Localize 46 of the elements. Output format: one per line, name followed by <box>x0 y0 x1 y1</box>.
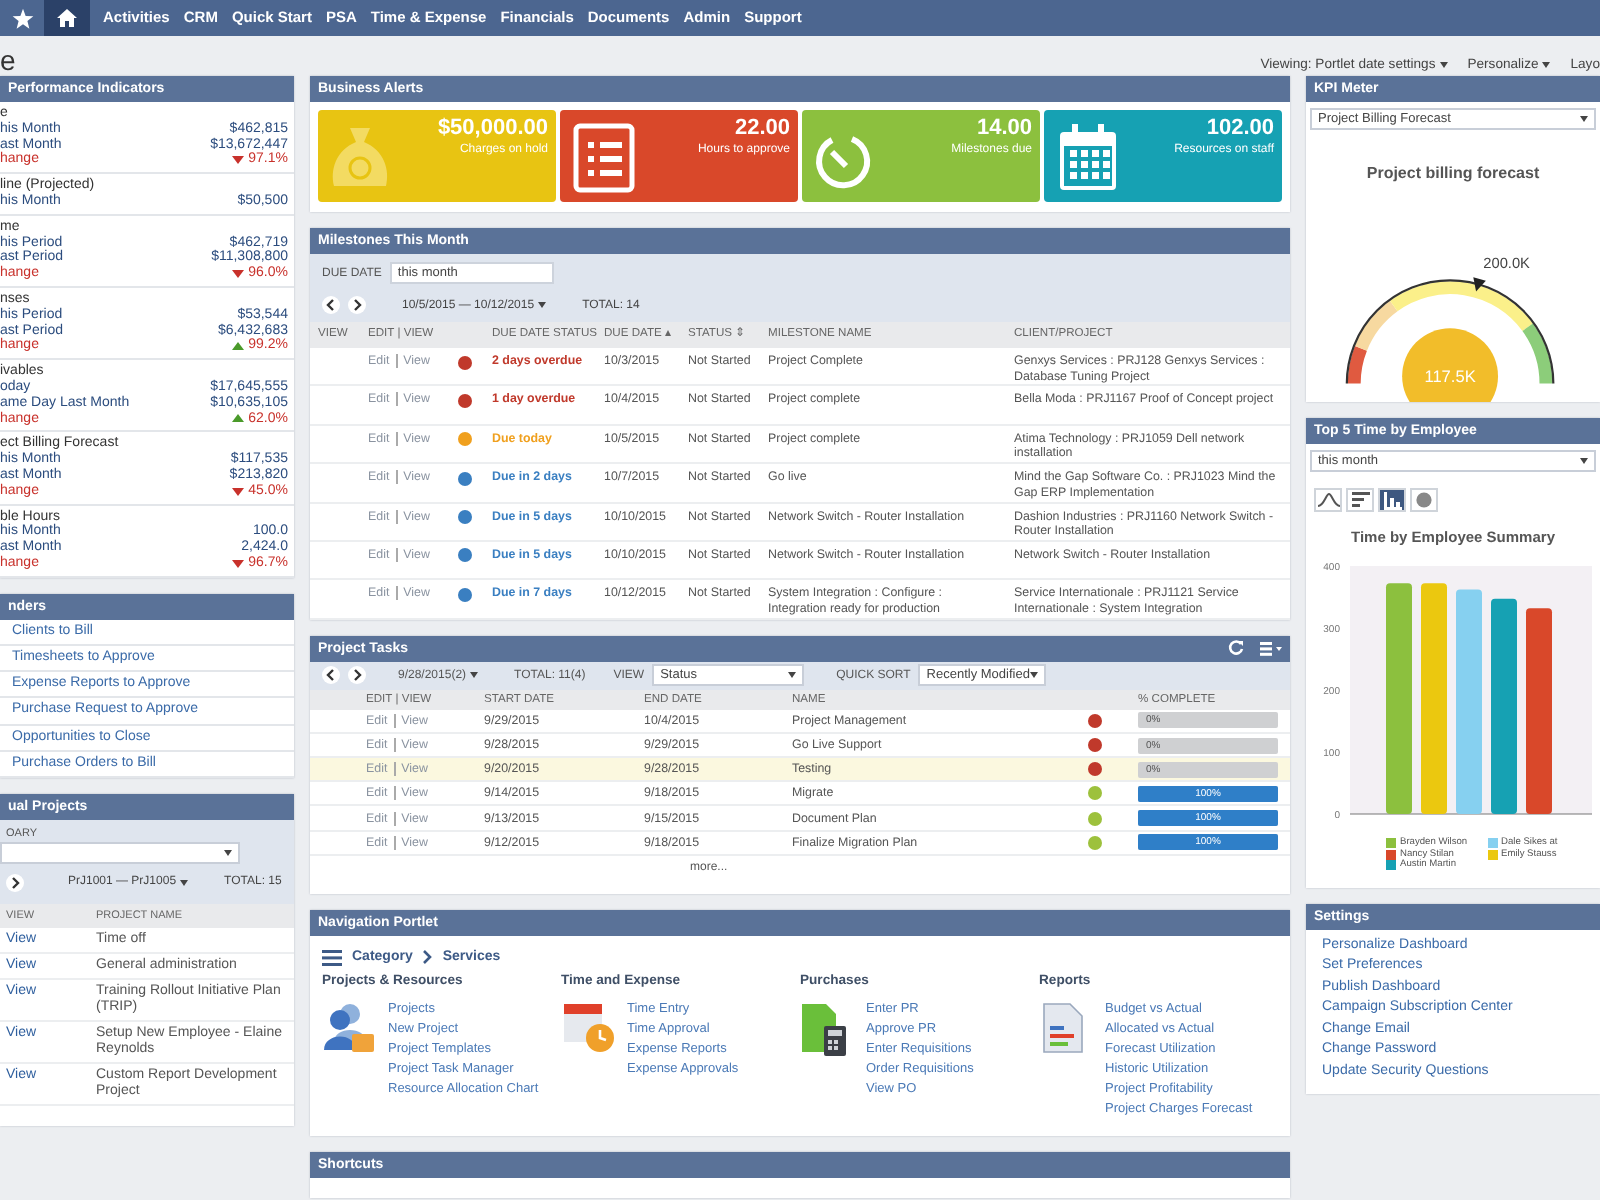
calendar-clock-icon <box>561 1001 617 1054</box>
alert-value: 102.00 <box>1204 116 1274 140</box>
alert-value: 22.00 <box>732 116 790 140</box>
horizontal-bar-chart-icon <box>1351 492 1369 508</box>
page-title: e <box>0 44 16 76</box>
chevron-right-icon <box>422 950 433 965</box>
caret-icon <box>1439 61 1448 67</box>
caret-icon <box>1542 61 1551 67</box>
alert-value: 14.00 <box>974 116 1032 140</box>
sphere-icon <box>1416 492 1432 508</box>
caret-icon <box>470 672 479 679</box>
caret-icon <box>1580 116 1588 122</box>
line-chart-icon <box>1317 492 1339 508</box>
chevron-left-icon[interactable] <box>322 296 340 314</box>
people-icon <box>322 1001 376 1054</box>
caret-icon <box>538 302 547 308</box>
home-icon <box>56 8 78 28</box>
report-document-icon <box>1039 1001 1087 1054</box>
chart-type-button[interactable] <box>1346 488 1374 512</box>
gauge-title: Project billing forecast <box>1364 164 1542 182</box>
caret-icon <box>1030 672 1039 679</box>
chevron-right-icon[interactable] <box>348 666 366 685</box>
gauge-value: 117.5K <box>1424 365 1476 386</box>
bar-chart-icon <box>1383 491 1401 509</box>
chevron-left-icon[interactable] <box>322 666 340 685</box>
chevron-right-icon[interactable] <box>6 873 24 892</box>
list-icon <box>572 122 636 194</box>
gauge-max-label: 200.0K <box>1483 253 1530 272</box>
caret-icon <box>180 879 189 886</box>
caret-icon <box>1580 458 1588 464</box>
calendar-icon <box>1056 122 1120 194</box>
chart-type-button[interactable] <box>1378 488 1406 512</box>
caret-icon <box>788 672 797 679</box>
caret-icon <box>224 849 232 856</box>
refresh-icon[interactable] <box>1228 640 1244 657</box>
alert-value: $50,000.00 <box>437 116 548 140</box>
options-menu-icon[interactable] <box>1260 641 1282 656</box>
home-tab[interactable] <box>44 0 90 36</box>
chevron-right-icon[interactable] <box>348 296 366 314</box>
dropdown-field[interactable] <box>0 841 240 864</box>
chart-type-button[interactable] <box>1410 488 1438 512</box>
menu-icon[interactable] <box>322 949 342 966</box>
chart-type-button[interactable] <box>1314 488 1342 512</box>
stopwatch-icon <box>814 130 874 194</box>
star-icon[interactable] <box>12 7 34 29</box>
spreadsheet-calculator-icon <box>800 1001 852 1058</box>
